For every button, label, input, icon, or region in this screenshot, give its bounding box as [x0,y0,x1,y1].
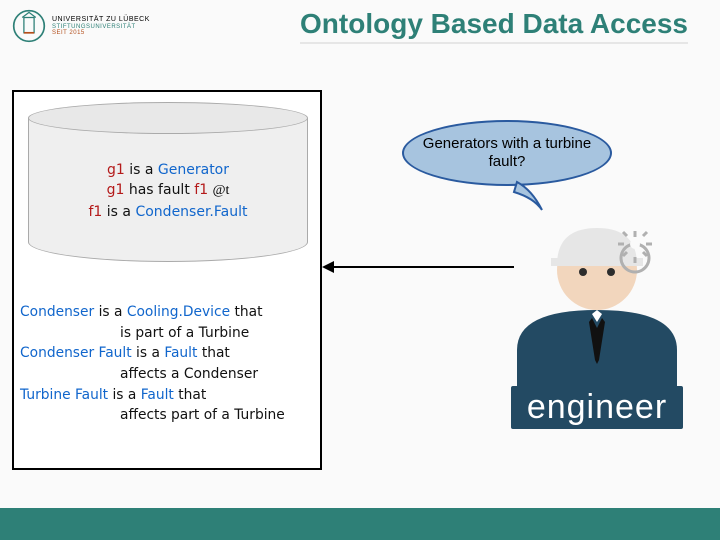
page-title: Ontology Based Data Access [300,8,688,44]
def-subject: Condenser Fault [20,345,132,361]
engineer-icon [497,210,697,390]
knowledge-box: g1 is a Generator g1 has fault f1 @t f1 … [12,90,322,470]
def-predicate: is a [99,304,123,320]
predicate: is a [129,162,153,178]
university-name: UNIVERSITÄT ZU LÜBECK STIFTUNGSUNIVERSIT… [52,16,150,36]
cylinder-top [28,102,308,134]
header: UNIVERSITÄT ZU LÜBECK STIFTUNGSUNIVERSIT… [0,0,720,44]
uni-subline2: SEIT 2015 [52,30,150,36]
database-cylinder: g1 is a Generator g1 has fault f1 @t f1 … [28,102,308,262]
definition-row: Condenser Fault is a Fault that affects … [20,343,314,384]
def-that: that [178,387,206,403]
definition-row: Condenser is a Cooling.Device that is pa… [20,302,314,343]
def-predicate: is a [112,387,136,403]
def-object: Fault [141,387,174,403]
def-subject: Turbine Fault [20,387,108,403]
diagram-stage: g1 is a Generator g1 has fault f1 @t f1 … [12,90,708,490]
def-object: Fault [164,345,197,361]
def-tail: affects part of a Turbine [20,405,314,426]
uni-name-line: UNIVERSITÄT ZU LÜBECK [52,16,150,23]
triple-row: f1 is a Condenser.Fault [28,202,308,222]
def-that: that [234,304,262,320]
engineer-figure: engineer [482,210,712,429]
object: f1 [194,182,208,198]
university-logo: UNIVERSITÄT ZU LÜBECK STIFTUNGSUNIVERSIT… [12,9,150,43]
subject: f1 [89,204,103,220]
engineer-label: engineer [511,386,683,429]
def-subject: Condenser [20,304,94,320]
instance-triples: g1 is a Generator g1 has fault f1 @t f1 … [28,160,308,222]
ontology-definitions: Condenser is a Cooling.Device that is pa… [20,302,314,426]
footer-bar [0,508,720,540]
def-tail: affects a Condenser [20,364,314,385]
subject: g1 [107,182,125,198]
query-speech-bubble: Generators with a turbine fault? [402,120,612,186]
def-object: Cooling.Device [127,304,230,320]
object: Condenser.Fault [135,204,247,220]
predicate: has fault [129,182,190,198]
time-annotation: @t [213,183,230,198]
subject: g1 [107,162,125,178]
def-that: that [202,345,230,361]
triple-row: g1 is a Generator [28,160,308,180]
query-text: Generators with a turbine fault? [422,135,592,171]
def-predicate: is a [136,345,160,361]
triple-row: g1 has fault f1 @t [28,180,308,201]
definition-row: Turbine Fault is a Fault that affects pa… [20,385,314,426]
object: Generator [158,162,229,178]
crest-icon [12,9,46,43]
def-tail: is part of a Turbine [20,323,314,344]
predicate: is a [107,204,131,220]
